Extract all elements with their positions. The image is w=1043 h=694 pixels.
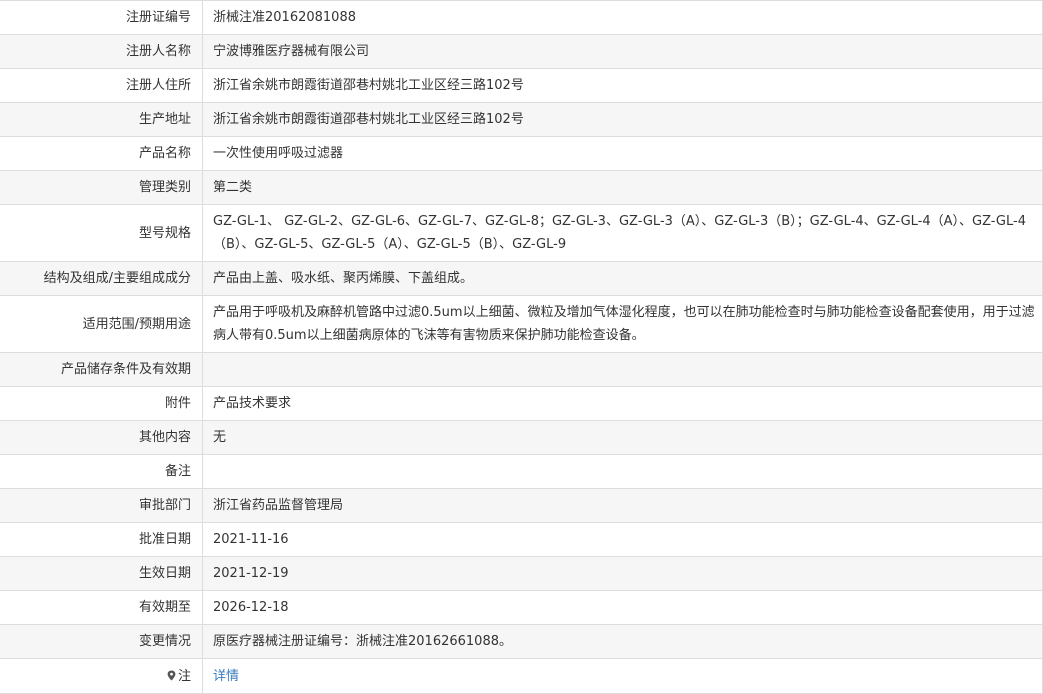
- row-value: [202, 352, 1043, 387]
- table-row: 生效日期 2021-12-19: [0, 556, 1043, 591]
- row-label: 有效期至: [0, 590, 203, 625]
- row-label: 变更情况: [0, 624, 203, 659]
- row-value: [202, 454, 1043, 489]
- table-row: 注册证编号 浙械注准20162081088: [0, 0, 1043, 35]
- note-row: 注 详情: [0, 658, 1043, 694]
- row-label: 注册人名称: [0, 34, 203, 69]
- row-label: 型号规格: [0, 204, 203, 262]
- row-value: 浙江省余姚市朗霞街道邵巷村姚北工业区经三路102号: [202, 102, 1043, 137]
- row-value: 宁波博雅医疗器械有限公司: [202, 34, 1043, 69]
- row-label: 管理类别: [0, 170, 203, 205]
- table-row: 管理类别 第二类: [0, 170, 1043, 205]
- table-row: 生产地址 浙江省余姚市朗霞街道邵巷村姚北工业区经三路102号: [0, 102, 1043, 137]
- table-row: 变更情况 原医疗器械注册证编号：浙械注准20162661088。: [0, 624, 1043, 659]
- row-value: 无: [202, 420, 1043, 455]
- row-label: 审批部门: [0, 488, 203, 523]
- row-value: 2026-12-18: [202, 590, 1043, 625]
- row-label: 生效日期: [0, 556, 203, 591]
- row-value: 浙械注准20162081088: [202, 0, 1043, 35]
- table-row: 注册人住所 浙江省余姚市朗霞街道邵巷村姚北工业区经三路102号: [0, 68, 1043, 103]
- table-row: 审批部门 浙江省药品监督管理局: [0, 488, 1043, 523]
- note-value-cell: 详情: [202, 658, 1043, 694]
- row-label: 产品名称: [0, 136, 203, 171]
- table-row: 产品名称 一次性使用呼吸过滤器: [0, 136, 1043, 171]
- row-label: 批准日期: [0, 522, 203, 557]
- row-label: 产品储存条件及有效期: [0, 352, 203, 387]
- registration-table: 注册证编号 浙械注准20162081088 注册人名称 宁波博雅医疗器械有限公司…: [0, 0, 1043, 694]
- row-label: 备注: [0, 454, 203, 489]
- row-value: 2021-12-19: [202, 556, 1043, 591]
- row-value: 浙江省药品监督管理局: [202, 488, 1043, 523]
- table-row: 备注: [0, 454, 1043, 489]
- table-row: 产品储存条件及有效期: [0, 352, 1043, 387]
- row-label: 其他内容: [0, 420, 203, 455]
- note-label: 注: [177, 668, 191, 684]
- row-label: 结构及组成/主要组成成分: [0, 261, 203, 296]
- table-row: 附件 产品技术要求: [0, 386, 1043, 421]
- row-label: 注册人住所: [0, 68, 203, 103]
- location-pin-icon: [167, 670, 176, 680]
- row-value: 原医疗器械注册证编号：浙械注准20162661088。: [202, 624, 1043, 659]
- row-value: 产品用于呼吸机及麻醉机管路中过滤0.5um以上细菌、微粒及增加气体湿化程度，也可…: [202, 295, 1043, 353]
- row-label: 注册证编号: [0, 0, 203, 35]
- row-value: GZ-GL-1、 GZ-GL-2、GZ-GL-6、GZ-GL-7、GZ-GL-8…: [202, 204, 1043, 262]
- table-row: 适用范围/预期用途 产品用于呼吸机及麻醉机管路中过滤0.5um以上细菌、微粒及增…: [0, 295, 1043, 353]
- details-link[interactable]: 详情: [213, 669, 239, 684]
- row-label: 适用范围/预期用途: [0, 295, 203, 353]
- row-value: 第二类: [202, 170, 1043, 205]
- table-row: 其他内容 无: [0, 420, 1043, 455]
- table-row: 注册人名称 宁波博雅医疗器械有限公司: [0, 34, 1043, 69]
- table-row: 批准日期 2021-11-16: [0, 522, 1043, 557]
- row-label: 附件: [0, 386, 203, 421]
- row-value: 产品技术要求: [202, 386, 1043, 421]
- row-value: 一次性使用呼吸过滤器: [202, 136, 1043, 171]
- row-label: 生产地址: [0, 102, 203, 137]
- row-value: 产品由上盖、吸水纸、聚丙烯膜、下盖组成。: [202, 261, 1043, 296]
- note-label-cell: 注: [0, 658, 203, 694]
- table-row: 型号规格 GZ-GL-1、 GZ-GL-2、GZ-GL-6、GZ-GL-7、GZ…: [0, 204, 1043, 262]
- table-row: 结构及组成/主要组成成分 产品由上盖、吸水纸、聚丙烯膜、下盖组成。: [0, 261, 1043, 296]
- row-value: 浙江省余姚市朗霞街道邵巷村姚北工业区经三路102号: [202, 68, 1043, 103]
- table-row: 有效期至 2026-12-18: [0, 590, 1043, 625]
- row-value: 2021-11-16: [202, 522, 1043, 557]
